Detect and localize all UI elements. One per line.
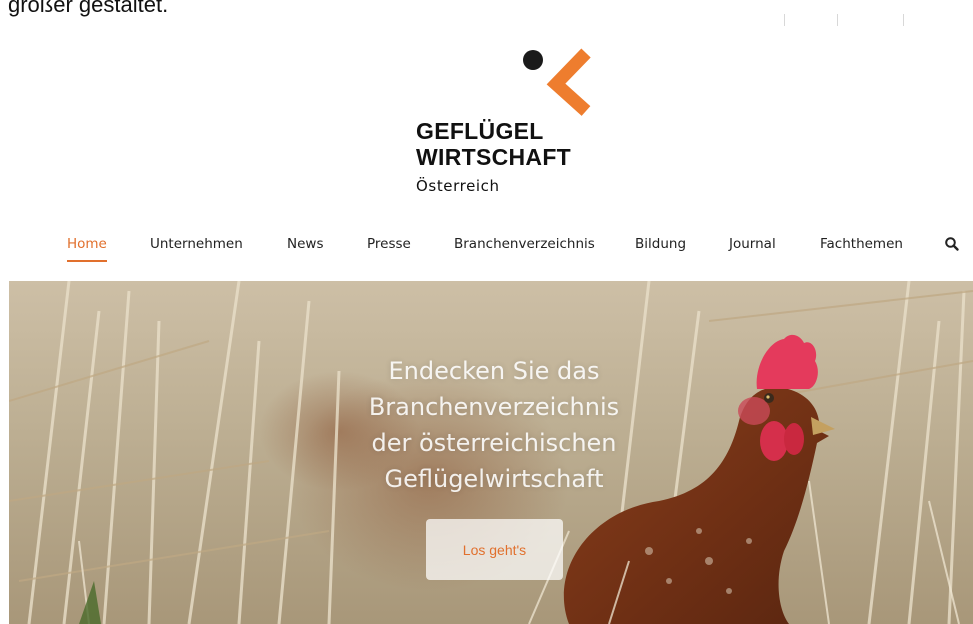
active-indicator (67, 260, 107, 262)
nav-item-bildung[interactable]: Bildung (635, 236, 686, 252)
hero-heading-line: Branchenverzeichnis (368, 393, 620, 421)
separator (837, 14, 838, 26)
search-icon (945, 237, 959, 251)
hero-heading-line: Endecken Sie das (388, 357, 600, 385)
search-button[interactable] (944, 236, 960, 252)
logo-wordmark-line1: GEFLÜGEL (416, 118, 544, 144)
hero-heading: Endecken Sie das Branchenverzeichnis der… (279, 353, 709, 497)
nav-item-news[interactable]: News (287, 236, 323, 252)
nav-item-label: Unternehmen (150, 236, 243, 252)
nav-item-label: Journal (729, 236, 776, 252)
nav-item-branchenverzeichnis[interactable]: Branchenverzeichnis (454, 236, 595, 252)
top-bar-separators (784, 14, 914, 26)
main-navigation: Home Unternehmen News Presse Branchenver… (0, 236, 973, 266)
nav-item-label: Fachthemen (820, 236, 903, 252)
nav-item-journal[interactable]: Journal (729, 236, 776, 252)
site-logo[interactable]: GEFLÜGEL WIRTSCHAFT Österreich (416, 44, 596, 204)
nav-item-home[interactable]: Home (67, 236, 107, 262)
separator (903, 14, 904, 26)
page: größer gestaltet. GEFLÜGEL WIRTSCHAFT Ös… (0, 0, 973, 624)
logo-mark-icon (523, 48, 591, 116)
hero-banner: Endecken Sie das Branchenverzeichnis der… (9, 281, 973, 624)
nav-item-fachthemen[interactable]: Fachthemen (820, 236, 903, 252)
lets-go-button[interactable]: Los geht's (426, 519, 563, 580)
nav-item-presse[interactable]: Presse (367, 236, 411, 252)
nav-item-label: Home (67, 236, 107, 252)
hero-heading-line: der österreichischen (371, 429, 617, 457)
nav-item-label: Bildung (635, 236, 687, 252)
nav-item-label: Branchenverzeichnis (454, 236, 595, 252)
nav-item-unternehmen[interactable]: Unternehmen (150, 236, 243, 252)
hero-heading-line: Geflügelwirtschaft (384, 465, 604, 493)
logo-wordmark-line2: WIRTSCHAFT (416, 144, 572, 170)
separator (784, 14, 785, 26)
nav-item-label: News (287, 236, 324, 252)
logo-wordmark-line3: Österreich (416, 177, 500, 195)
cropped-text-snippet: größer gestaltet. (8, 0, 169, 17)
nav-item-label: Presse (367, 236, 411, 252)
